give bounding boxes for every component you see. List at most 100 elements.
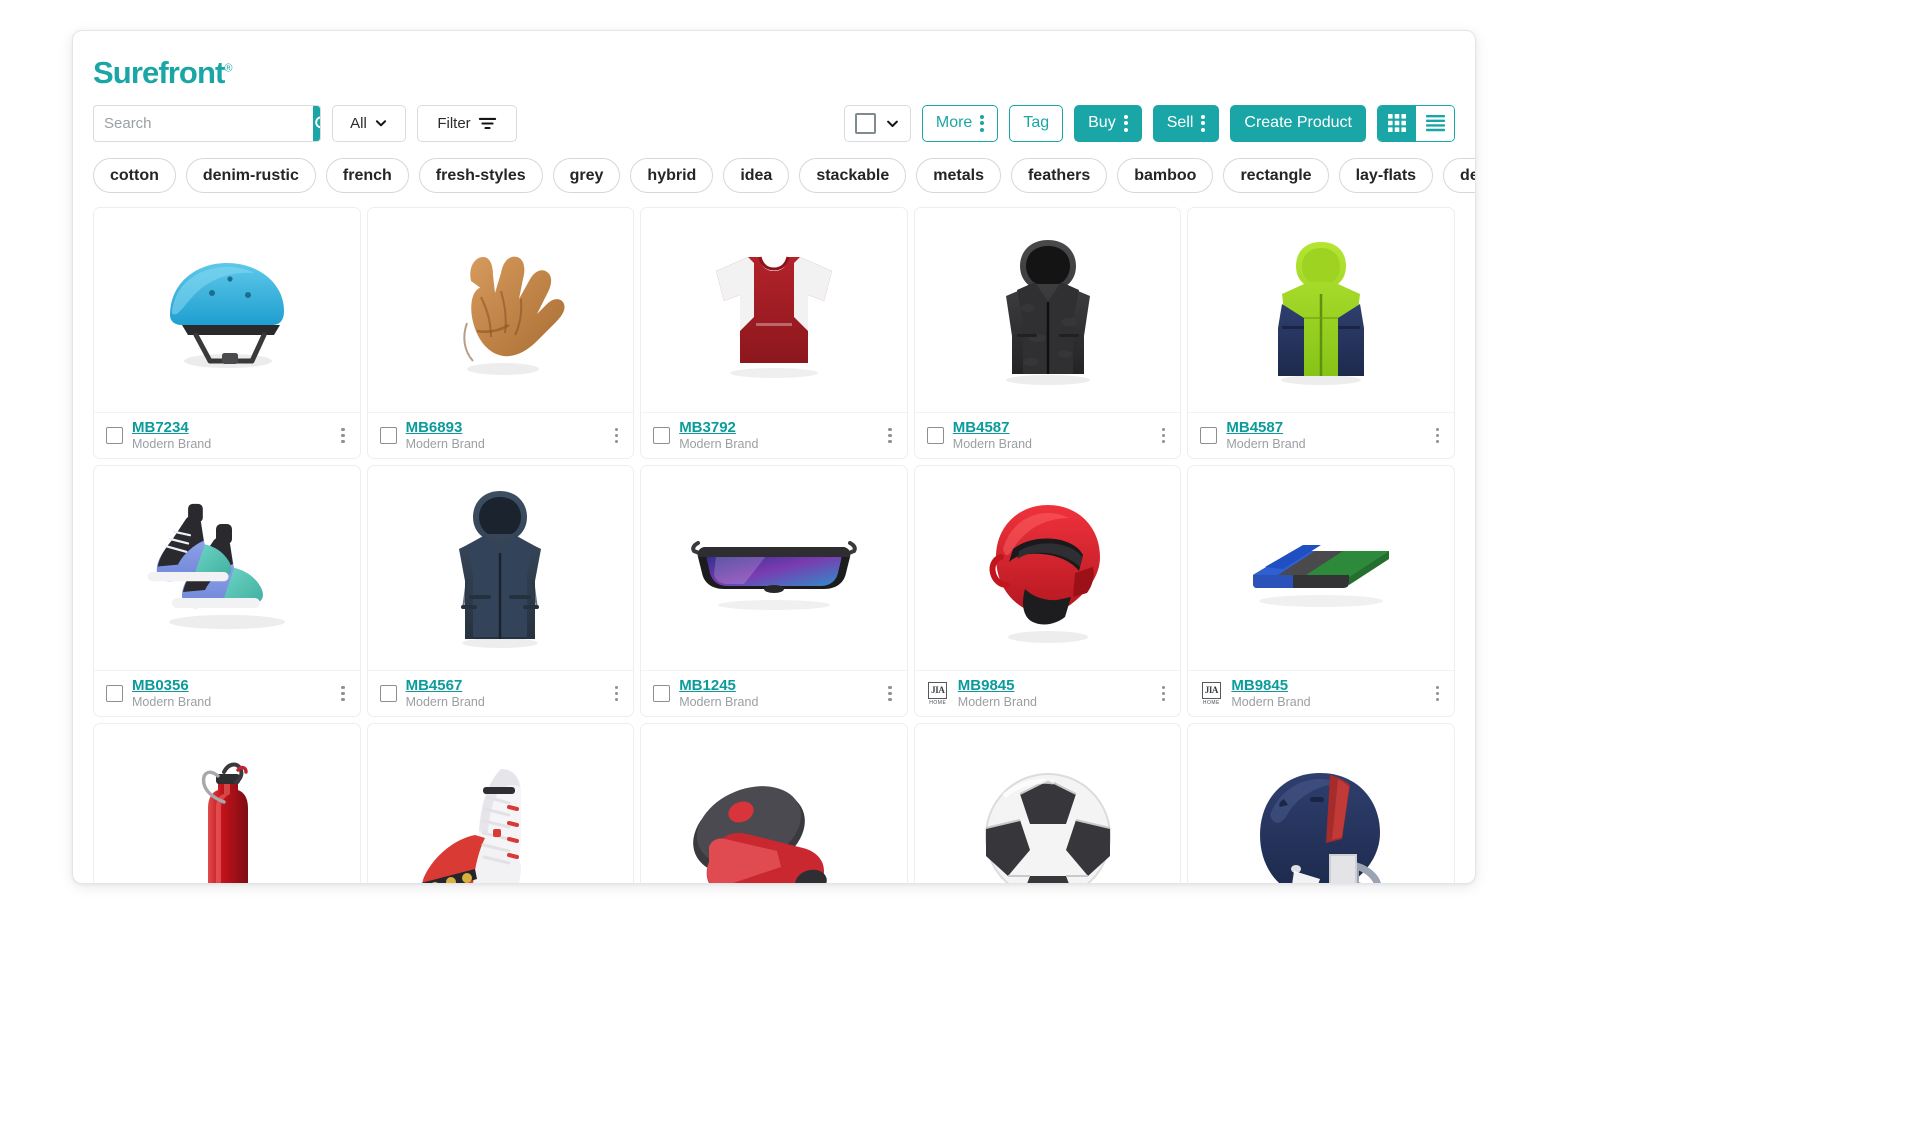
kebab-menu-icon[interactable]	[611, 424, 623, 448]
kebab-menu-icon[interactable]	[337, 424, 349, 448]
product-card[interactable]	[913, 723, 1182, 883]
tag-button[interactable]: Tag	[1009, 104, 1064, 142]
bulk-select-dropdown[interactable]	[843, 104, 911, 142]
product-sku-link[interactable]: MB7234	[132, 419, 328, 436]
product-sku-link[interactable]: MB4587	[1226, 419, 1422, 436]
kebab-menu-icon	[1201, 114, 1206, 132]
product-card[interactable]	[640, 723, 908, 883]
product-image-white-red-track-spike	[367, 724, 634, 883]
product-sku-link[interactable]: MB1245	[679, 677, 875, 694]
tag-pill[interactable]: rectangle	[1223, 158, 1329, 193]
buy-button[interactable]: Buy	[1074, 104, 1142, 142]
product-sku-link[interactable]: MB9845	[958, 677, 1149, 694]
kebab-menu-icon[interactable]	[884, 682, 896, 706]
product-sku-link[interactable]: MB0356	[132, 677, 328, 694]
sell-button[interactable]: Sell	[1152, 104, 1220, 142]
product-card[interactable]: MB7234 Modern Brand	[93, 207, 361, 459]
tag-pill[interactable]: metals	[916, 158, 1001, 193]
filter-button[interactable]: Filter	[417, 104, 517, 142]
tag-pill[interactable]: bamboo	[1117, 158, 1214, 193]
product-brand-label: Modern Brand	[679, 437, 759, 452]
product-card[interactable]: MB3792 Modern Brand	[640, 207, 908, 459]
sell-label: Sell	[1166, 114, 1194, 131]
list-view-icon	[1425, 115, 1445, 132]
product-meta: MB9845 Modern Brand	[958, 677, 1149, 710]
product-image-red-motocross-helmet	[914, 466, 1181, 670]
tag-pill[interactable]: denim-rustic	[185, 158, 316, 193]
filter-lines-icon	[478, 117, 496, 129]
product-grid: MB7234 Modern Brand MB6893 Modern Brand MB37…	[73, 193, 1475, 717]
search-bar	[93, 104, 321, 142]
tag-pill[interactable]: feathers	[1010, 158, 1108, 193]
product-card[interactable]: MB4587 Modern Brand	[1187, 207, 1455, 459]
product-card[interactable]: JIA HOME MB9845 Modern Brand	[913, 465, 1182, 717]
product-meta: MB9845 Modern Brand	[1231, 677, 1422, 710]
kebab-menu-icon[interactable]	[1158, 424, 1170, 448]
main-toolbar: All Filter More Tag	[73, 88, 1475, 146]
product-brand-label: Modern Brand	[405, 437, 485, 452]
tag-pill[interactable]: idea	[723, 158, 790, 193]
kebab-menu-icon[interactable]	[884, 424, 896, 448]
product-sku-link[interactable]: MB3792	[679, 419, 875, 436]
product-select-checkbox[interactable]	[926, 427, 944, 444]
product-image-blue-green-towel	[1188, 466, 1454, 670]
product-image-navy-football-helmet	[1188, 724, 1454, 883]
product-card[interactable]: MB0356 Modern Brand	[93, 465, 361, 717]
tag-pill[interactable]: french	[325, 158, 409, 193]
more-button[interactable]: More	[921, 104, 999, 142]
tag-pill[interactable]: cotton	[93, 158, 176, 193]
kebab-menu-icon[interactable]	[1432, 424, 1444, 448]
tag-pill[interactable]: stackable	[799, 158, 907, 193]
tag-pill[interactable]: fresh-styles	[418, 158, 543, 193]
product-image-teal-sneakers	[94, 466, 360, 670]
product-sku-link[interactable]: MB6893	[406, 419, 602, 436]
product-select-checkbox[interactable]	[106, 427, 123, 444]
product-select-checkbox[interactable]	[653, 427, 671, 444]
product-sku-link[interactable]: MB9845	[1231, 677, 1422, 694]
product-sku-link[interactable]: MB4567	[406, 677, 602, 694]
registered-mark: ®	[224, 62, 232, 75]
product-card[interactable]: MB1245 Modern Brand	[640, 465, 908, 717]
product-card[interactable]: JIA HOME MB9845 Modern Brand	[1187, 465, 1455, 717]
product-select-checkbox[interactable]	[379, 427, 397, 444]
product-card-footer: MB1245 Modern Brand	[641, 670, 907, 716]
search-submit-button[interactable]	[313, 105, 320, 141]
tag-pill[interactable]: detached	[1443, 158, 1475, 193]
search-input[interactable]	[94, 105, 313, 141]
product-card[interactable]: MB4567 Modern Brand	[366, 465, 635, 717]
kebab-menu-icon[interactable]	[1158, 682, 1170, 706]
chevron-down-icon	[375, 120, 386, 127]
brand-name: Surefront	[93, 55, 225, 90]
product-image-baseball-glove	[367, 208, 634, 412]
product-image-red-water-bottle	[94, 724, 360, 883]
product-card[interactable]: MB6893 Modern Brand	[366, 207, 635, 459]
product-card-footer: MB0356 Modern Brand	[94, 670, 360, 716]
kebab-menu-icon[interactable]	[337, 682, 349, 706]
kebab-menu-icon[interactable]	[1432, 682, 1444, 706]
product-select-checkbox[interactable]	[106, 685, 123, 702]
jia-home-subtext: HOME	[1202, 699, 1220, 706]
grid-view-button[interactable]	[1378, 105, 1416, 141]
product-card-footer: MB3792 Modern Brand	[641, 412, 907, 458]
kebab-menu-icon[interactable]	[611, 682, 623, 706]
product-image-navy-raincoat	[367, 466, 634, 670]
jia-home-mark: JIA	[928, 681, 948, 699]
product-brand-label: Modern Brand	[679, 695, 759, 710]
product-card[interactable]	[93, 723, 361, 883]
scope-dropdown[interactable]: All	[332, 104, 406, 142]
product-card[interactable]	[1187, 723, 1455, 883]
product-card[interactable]	[366, 723, 635, 883]
create-product-button[interactable]: Create Product	[1230, 104, 1366, 142]
product-select-checkbox[interactable]	[379, 685, 397, 702]
tag-pill[interactable]: grey	[552, 158, 621, 193]
product-select-checkbox[interactable]	[1200, 427, 1218, 444]
product-image-sport-sunglasses	[641, 466, 907, 670]
product-card[interactable]: MB4587 Modern Brand	[913, 207, 1182, 459]
product-meta: MB0356 Modern Brand	[132, 677, 328, 710]
tag-pill[interactable]: lay-flats	[1338, 158, 1434, 193]
product-select-checkbox[interactable]	[653, 685, 671, 702]
product-image-black-white-soccer-ball	[914, 724, 1181, 883]
list-view-button[interactable]	[1416, 105, 1454, 141]
product-sku-link[interactable]: MB4587	[953, 419, 1149, 436]
tag-pill[interactable]: hybrid	[630, 158, 714, 193]
